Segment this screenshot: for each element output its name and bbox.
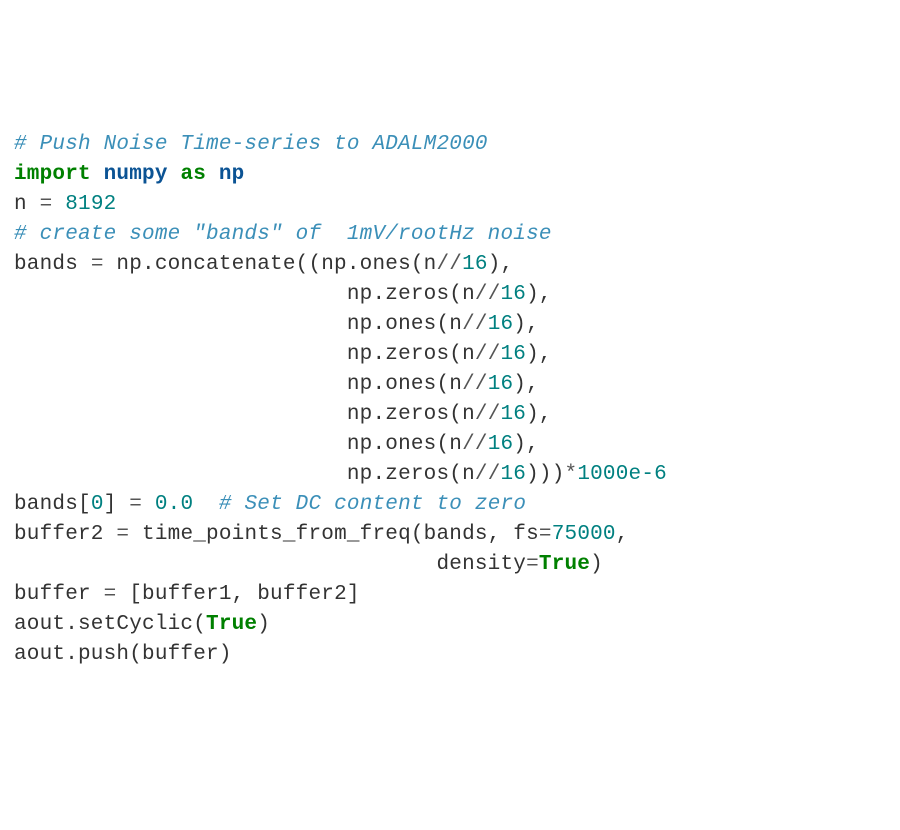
code-constant-true: True [206,613,257,636]
code-number: 16 [501,403,527,426]
code-punct: ))) [526,463,564,486]
code-operator: = [129,493,142,516]
code-identifier: density [436,553,526,576]
code-indent [14,313,347,336]
code-identifier: np.zeros(n [347,343,475,366]
code-identifier: np.zeros(n [347,463,475,486]
code-keyword-as: as [180,163,206,186]
code-number: 16 [501,463,527,486]
code-indent [14,433,347,456]
code-punct: ), [526,343,552,366]
code-indent [14,343,347,366]
code-punct: ), [513,433,539,456]
code-identifier: np.zeros(n [347,283,475,306]
code-block: # Push Noise Time-series to ADALM2000 im… [14,130,886,670]
code-punct: ), [488,253,514,276]
code-number: 16 [501,343,527,366]
code-keyword-import: import [14,163,91,186]
code-indent [14,283,347,306]
code-identifier: np.zeros(n [347,403,475,426]
code-identifier: np.concatenate((np.ones(n [104,253,437,276]
code-indent [14,553,436,576]
code-punct: ) [257,613,270,636]
code-number: 8192 [65,193,116,216]
code-operator: // [475,463,501,486]
code-operator: // [462,373,488,396]
code-identifier: [buffer1, buffer2] [116,583,359,606]
code-identifier: np.ones(n [347,373,462,396]
code-punct: ] [104,493,130,516]
code-identifier: aout.push(buffer) [14,643,232,666]
code-operator: // [436,253,462,276]
code-number: 16 [501,283,527,306]
code-identifier: time_points_from_freq(bands, fs [129,523,539,546]
code-number: 75000 [552,523,616,546]
code-space [52,193,65,216]
code-number: 16 [462,253,488,276]
code-alias-np: np [219,163,245,186]
code-number: 16 [488,313,514,336]
code-punct: , [616,523,629,546]
code-punct: ), [513,313,539,336]
code-operator: * [565,463,578,486]
code-operator: = [40,193,53,216]
code-identifier: np.ones(n [347,433,462,456]
code-operator: // [475,343,501,366]
code-module-numpy: numpy [104,163,168,186]
code-identifier: n [14,193,40,216]
code-operator: // [475,283,501,306]
code-indent [14,463,347,486]
code-punct: ), [513,373,539,396]
code-identifier: buffer [14,583,104,606]
code-number: 1000e-6 [577,463,667,486]
code-operator: // [462,433,488,456]
code-number: 0.0 [155,493,193,516]
code-comment: # create some "bands" of 1mV/rootHz nois… [14,223,552,246]
code-identifier: aout.setCyclic( [14,613,206,636]
code-space [142,493,155,516]
code-identifier: np.ones(n [347,313,462,336]
code-number: 16 [488,373,514,396]
code-indent [14,403,347,426]
code-punct: ) [590,553,603,576]
code-punct: ), [526,283,552,306]
code-operator: = [104,583,117,606]
code-identifier: bands[ [14,493,91,516]
code-constant-true: True [539,553,590,576]
code-number: 0 [91,493,104,516]
code-indent [14,373,347,396]
code-comment: # Set DC content to zero [219,493,526,516]
code-identifier: bands [14,253,91,276]
code-operator: // [475,403,501,426]
code-identifier: buffer2 [14,523,116,546]
code-number: 16 [488,433,514,456]
code-operator: = [91,253,104,276]
code-space [193,493,219,516]
code-comment: # Push Noise Time-series to ADALM2000 [14,133,488,156]
code-punct: ), [526,403,552,426]
code-operator: = [539,523,552,546]
code-operator: = [526,553,539,576]
code-operator: = [116,523,129,546]
code-operator: // [462,313,488,336]
